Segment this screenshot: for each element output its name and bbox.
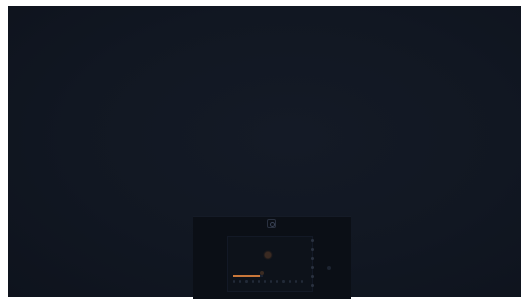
pager-dot[interactable]	[282, 280, 285, 283]
next-arrow-icon[interactable]	[327, 266, 331, 270]
progress-bar[interactable]	[233, 275, 263, 277]
pager-dot[interactable]	[245, 280, 248, 283]
pager-dot[interactable]	[300, 280, 304, 283]
pager-dot[interactable]	[276, 280, 279, 283]
progress-fill	[233, 275, 260, 277]
pager-dot[interactable]	[263, 280, 267, 283]
play-icon[interactable]	[265, 252, 271, 258]
side-control-1-icon[interactable]	[311, 239, 314, 242]
pager-dots	[233, 280, 304, 284]
pager-dot[interactable]	[233, 280, 236, 283]
pager-dot[interactable]	[257, 280, 260, 283]
side-control-strip	[310, 239, 316, 295]
side-control-4-icon[interactable]	[311, 266, 314, 269]
pager-dot[interactable]	[288, 280, 291, 283]
pager-dot[interactable]	[239, 280, 242, 283]
side-control-3-icon[interactable]	[311, 257, 314, 260]
pager-dot[interactable]	[270, 280, 273, 283]
app-logo-icon	[267, 219, 276, 228]
pager-dot[interactable]	[294, 280, 297, 283]
window-frame	[0, 0, 526, 299]
side-control-2-icon[interactable]	[311, 248, 314, 251]
player-panel	[193, 216, 351, 299]
side-control-6-icon[interactable]	[311, 284, 314, 287]
progress-handle[interactable]	[260, 271, 264, 275]
side-control-5-icon[interactable]	[311, 275, 314, 278]
pager-dot[interactable]	[251, 280, 254, 283]
